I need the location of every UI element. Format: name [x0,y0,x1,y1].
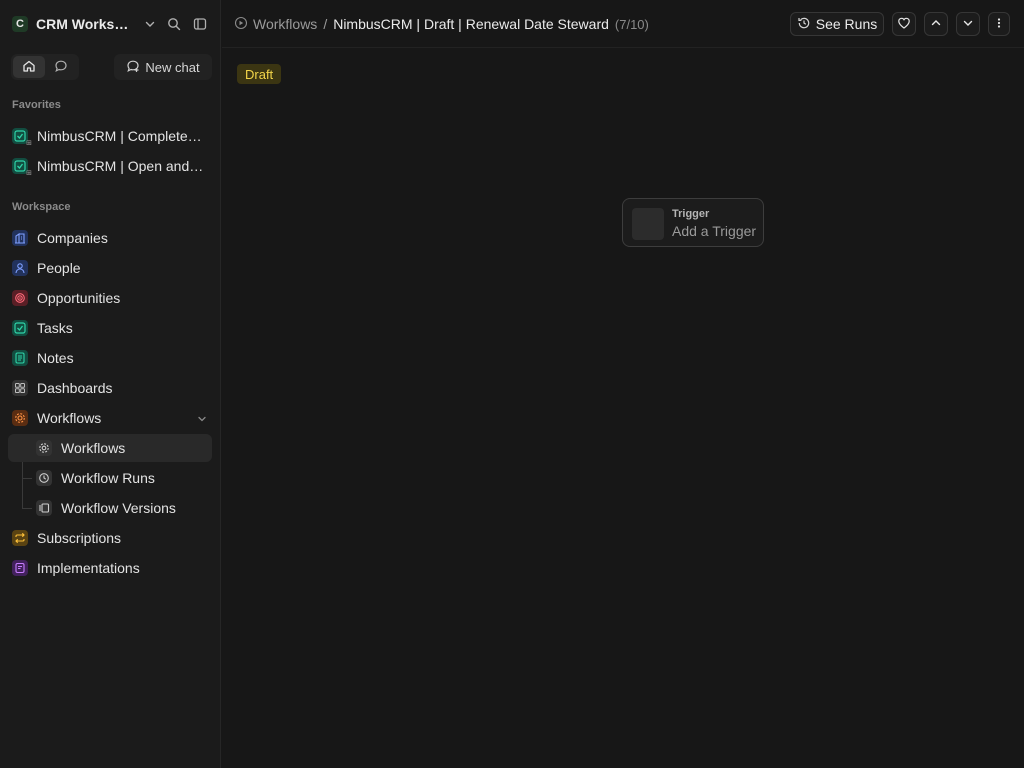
trigger-subtitle: Add a Trigger [672,223,757,239]
home-icon [22,59,36,76]
home-tab[interactable] [13,56,45,78]
sidebar-subitem-label: Workflow Runs [61,470,155,486]
sidebar-subitem-workflow-runs[interactable]: Workflow Runs [36,464,212,492]
workspace-section-title: Workspace [12,201,71,213]
new-chat-button[interactable]: New chat [114,54,212,80]
history-clock-icon [36,470,52,486]
chevron-down-icon[interactable] [196,412,208,428]
history-icon [797,16,811,33]
status-badge: Draft [237,64,282,84]
favorites-title: Favorites [12,99,61,111]
favorite-item-completed-tasks[interactable]: ⊞ NimbusCRM | Completed Tasks [8,122,212,150]
checkbox-icon [12,320,28,336]
sidebar-item-implementations[interactable]: Implementations [8,554,212,582]
more-options-button[interactable] [988,12,1010,36]
favorite-item-label: NimbusCRM | Completed Tasks [37,128,205,144]
workflow-icon [234,16,248,33]
sidebar-item-label: Subscriptions [37,530,122,546]
favorite-item-open-overdue-tasks[interactable]: ⊞ NimbusCRM | Open and Overdue Tasks [8,152,212,180]
sidebar-item-label: Opportunities [37,290,121,306]
repeat-arrows-icon [12,530,28,546]
note-icon [12,350,28,366]
sidebar-item-label: Notes [37,350,74,366]
new-chat-icon [126,59,140,76]
chat-bubble-icon [54,59,68,76]
breadcrumb-parent[interactable]: Workflows [253,16,317,32]
heart-icon [897,16,911,33]
sidebar-item-label: Companies [37,230,108,246]
favorite-button[interactable] [892,12,916,36]
sidebar-item-companies[interactable]: Companies [8,224,212,252]
workspace-name: CRM Workspace [36,16,132,32]
see-runs-button[interactable]: See Runs [790,12,884,36]
search-icon[interactable] [166,16,182,32]
sidebar-item-label: People [37,260,81,276]
breadcrumb-current: NimbusCRM | Draft | Renewal Date Steward [333,16,609,32]
top-bar: Workflows / NimbusCRM | Draft | Renewal … [222,0,1024,48]
tree-branch [22,478,32,479]
sidebar-subitem-workflows[interactable]: Workflows [36,434,212,462]
new-chat-label: New chat [145,59,200,75]
chevron-down-icon[interactable] [142,16,158,32]
sidebar-item-opportunities[interactable]: Opportunities [8,284,212,312]
versions-icon [36,500,52,516]
target-icon [12,290,28,306]
workspace-switcher[interactable]: C CRM Workspace [12,14,212,34]
settings-gear-icon [36,440,52,456]
more-vertical-icon [993,16,1005,32]
home-chat-toggle [11,54,79,80]
implementation-icon [12,560,28,576]
record-position: (7/10) [614,16,649,32]
task-checkbox-icon: ⊞ [12,128,32,147]
collapse-sidebar-icon[interactable] [192,16,208,32]
sidebar: C CRM Workspace New chat Favorites [0,0,221,768]
chevron-up-icon [930,16,942,32]
trigger-icon-placeholder [632,208,664,240]
sidebar-item-people[interactable]: People [8,254,212,282]
sidebar-item-tasks[interactable]: Tasks [8,314,212,342]
sidebar-item-label: Dashboards [37,380,113,396]
chevron-down-icon [962,16,974,32]
workspace-logo: C [12,16,28,32]
sidebar-subitem-label: Workflow Versions [61,500,176,516]
sidebar-item-label: Implementations [37,560,140,576]
sidebar-subitem-workflow-versions[interactable]: Workflow Versions [36,494,212,522]
chat-tab[interactable] [45,56,77,78]
sidebar-item-subscriptions[interactable]: Subscriptions [8,524,212,552]
sidebar-item-dashboards[interactable]: Dashboards [8,374,212,402]
sidebar-item-label: Workflows [37,410,102,426]
task-checkbox-icon: ⊞ [12,158,32,177]
workflow-gear-icon [12,410,28,426]
trigger-title: Trigger [672,208,710,220]
building-icon [12,230,28,246]
dashboard-grid-icon [12,380,28,396]
sidebar-subitem-label: Workflows [61,440,126,456]
sidebar-item-label: Tasks [37,320,73,336]
breadcrumb-separator: / [323,16,328,32]
trigger-node[interactable]: Trigger Add a Trigger [622,198,764,247]
tree-branch [22,508,32,509]
see-runs-label: See Runs [815,16,878,32]
previous-record-button[interactable] [924,12,948,36]
next-record-button[interactable] [956,12,980,36]
sidebar-item-notes[interactable]: Notes [8,344,212,372]
favorite-item-label: NimbusCRM | Open and Overdue Tasks [37,158,205,174]
sidebar-item-workflows[interactable]: Workflows [8,404,212,432]
breadcrumb: Workflows / NimbusCRM | Draft | Renewal … [234,15,649,33]
person-icon [12,260,28,276]
